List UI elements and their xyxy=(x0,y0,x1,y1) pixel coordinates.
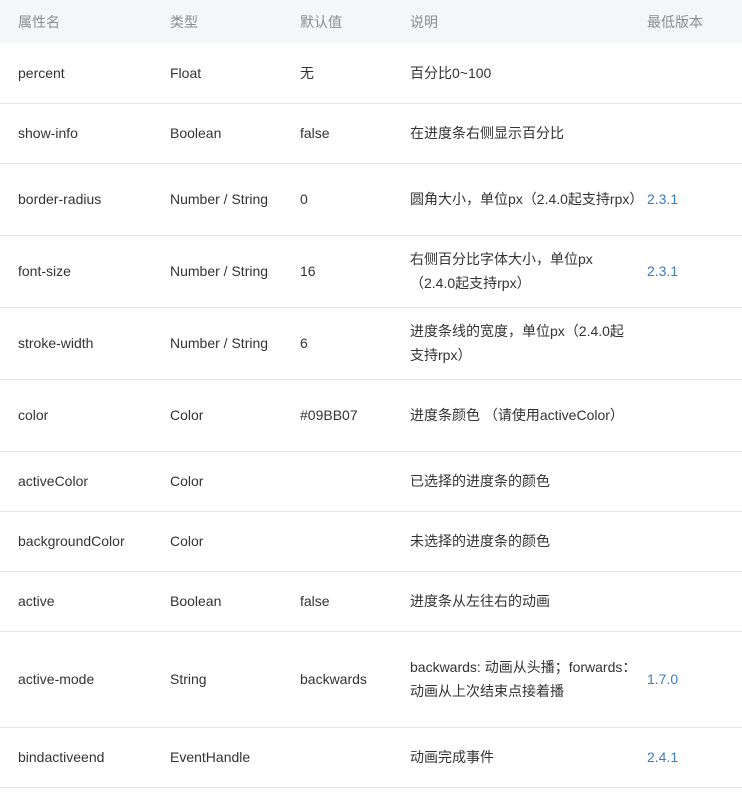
header-name: 属性名 xyxy=(18,13,60,30)
cell-default xyxy=(282,727,392,788)
cell-version xyxy=(647,571,742,632)
table-row: font-size Number / String 16 右侧百分比字体大小，单… xyxy=(0,235,742,308)
cell-type: Number / String xyxy=(152,163,282,236)
cell-version xyxy=(647,43,742,104)
header-min-version: 最低版本 xyxy=(647,13,703,30)
cell-name: active-mode xyxy=(0,631,152,728)
cell-type: Color xyxy=(152,379,282,452)
cell-version[interactable]: 2.4.1 xyxy=(647,727,742,788)
cell-name: color xyxy=(0,379,152,452)
cell-default: 16 xyxy=(282,235,392,308)
table-row: bindactiveend EventHandle 动画完成事件 2.4.1 xyxy=(0,727,742,788)
cell-version xyxy=(647,511,742,572)
cell-default: backwards xyxy=(282,631,392,728)
cell-default xyxy=(282,511,392,572)
cell-default xyxy=(282,451,392,512)
table-row: active-mode String backwards backwards: … xyxy=(0,631,742,728)
table-row: activeColor Color 已选择的进度条的颜色 xyxy=(0,451,742,512)
cell-name: font-size xyxy=(0,235,152,308)
cell-description: 在进度条右侧显示百分比 xyxy=(392,103,647,164)
cell-description: 动画完成事件 xyxy=(392,727,647,788)
cell-name: border-radius xyxy=(0,163,152,236)
table-row: stroke-width Number / String 6 进度条线的宽度，单… xyxy=(0,307,742,380)
table-header-row: 属性名 类型 默认值 说明 最低版本 xyxy=(0,0,742,43)
cell-type: Color xyxy=(152,511,282,572)
cell-name: percent xyxy=(0,43,152,104)
cell-description: 进度条颜色 （请使用activeColor） xyxy=(392,379,647,452)
cell-name: backgroundColor xyxy=(0,511,152,572)
header-type: 类型 xyxy=(170,13,198,30)
cell-description: 圆角大小，单位px（2.4.0起支持rpx） xyxy=(392,163,647,236)
cell-description: 进度条线的宽度，单位px（2.4.0起支持rpx） xyxy=(392,307,647,380)
cell-version xyxy=(647,103,742,164)
header-default: 默认值 xyxy=(300,13,342,30)
cell-default: 0 xyxy=(282,163,392,236)
cell-default: false xyxy=(282,103,392,164)
cell-type: Boolean xyxy=(152,103,282,164)
cell-type: Number / String xyxy=(152,307,282,380)
cell-name: activeColor xyxy=(0,451,152,512)
cell-version[interactable]: 1.7.0 xyxy=(647,631,742,728)
properties-table: 属性名 类型 默认值 说明 最低版本 percent Float 无 百分比0~… xyxy=(0,0,742,788)
cell-description: backwards: 动画从头播；forwards：动画从上次结束点接着播 xyxy=(392,631,647,728)
cell-default: 无 xyxy=(282,43,392,104)
cell-description: 百分比0~100 xyxy=(392,43,647,104)
table-row: percent Float 无 百分比0~100 xyxy=(0,43,742,104)
cell-name: active xyxy=(0,571,152,632)
table-row: color Color #09BB07 进度条颜色 （请使用activeColo… xyxy=(0,379,742,452)
cell-version xyxy=(647,379,742,452)
cell-type: Float xyxy=(152,43,282,104)
cell-version xyxy=(647,307,742,380)
cell-description: 右侧百分比字体大小，单位px（2.4.0起支持rpx） xyxy=(392,235,647,308)
header-description: 说明 xyxy=(410,13,438,30)
cell-name: show-info xyxy=(0,103,152,164)
cell-type: Boolean xyxy=(152,571,282,632)
cell-type: Color xyxy=(152,451,282,512)
cell-type: EventHandle xyxy=(152,727,282,788)
cell-default: false xyxy=(282,571,392,632)
cell-description: 已选择的进度条的颜色 xyxy=(392,451,647,512)
cell-default: #09BB07 xyxy=(282,379,392,452)
cell-type: String xyxy=(152,631,282,728)
table-row: show-info Boolean false 在进度条右侧显示百分比 xyxy=(0,103,742,164)
cell-description: 未选择的进度条的颜色 xyxy=(392,511,647,572)
table-row: active Boolean false 进度条从左往右的动画 xyxy=(0,571,742,632)
cell-version[interactable]: 2.3.1 xyxy=(647,235,742,308)
table-row: backgroundColor Color 未选择的进度条的颜色 xyxy=(0,511,742,572)
cell-default: 6 xyxy=(282,307,392,380)
table-row: border-radius Number / String 0 圆角大小，单位p… xyxy=(0,163,742,236)
cell-name: stroke-width xyxy=(0,307,152,380)
cell-version[interactable]: 2.3.1 xyxy=(647,163,742,236)
cell-type: Number / String xyxy=(152,235,282,308)
cell-description: 进度条从左往右的动画 xyxy=(392,571,647,632)
cell-version xyxy=(647,451,742,512)
cell-name: bindactiveend xyxy=(0,727,152,788)
